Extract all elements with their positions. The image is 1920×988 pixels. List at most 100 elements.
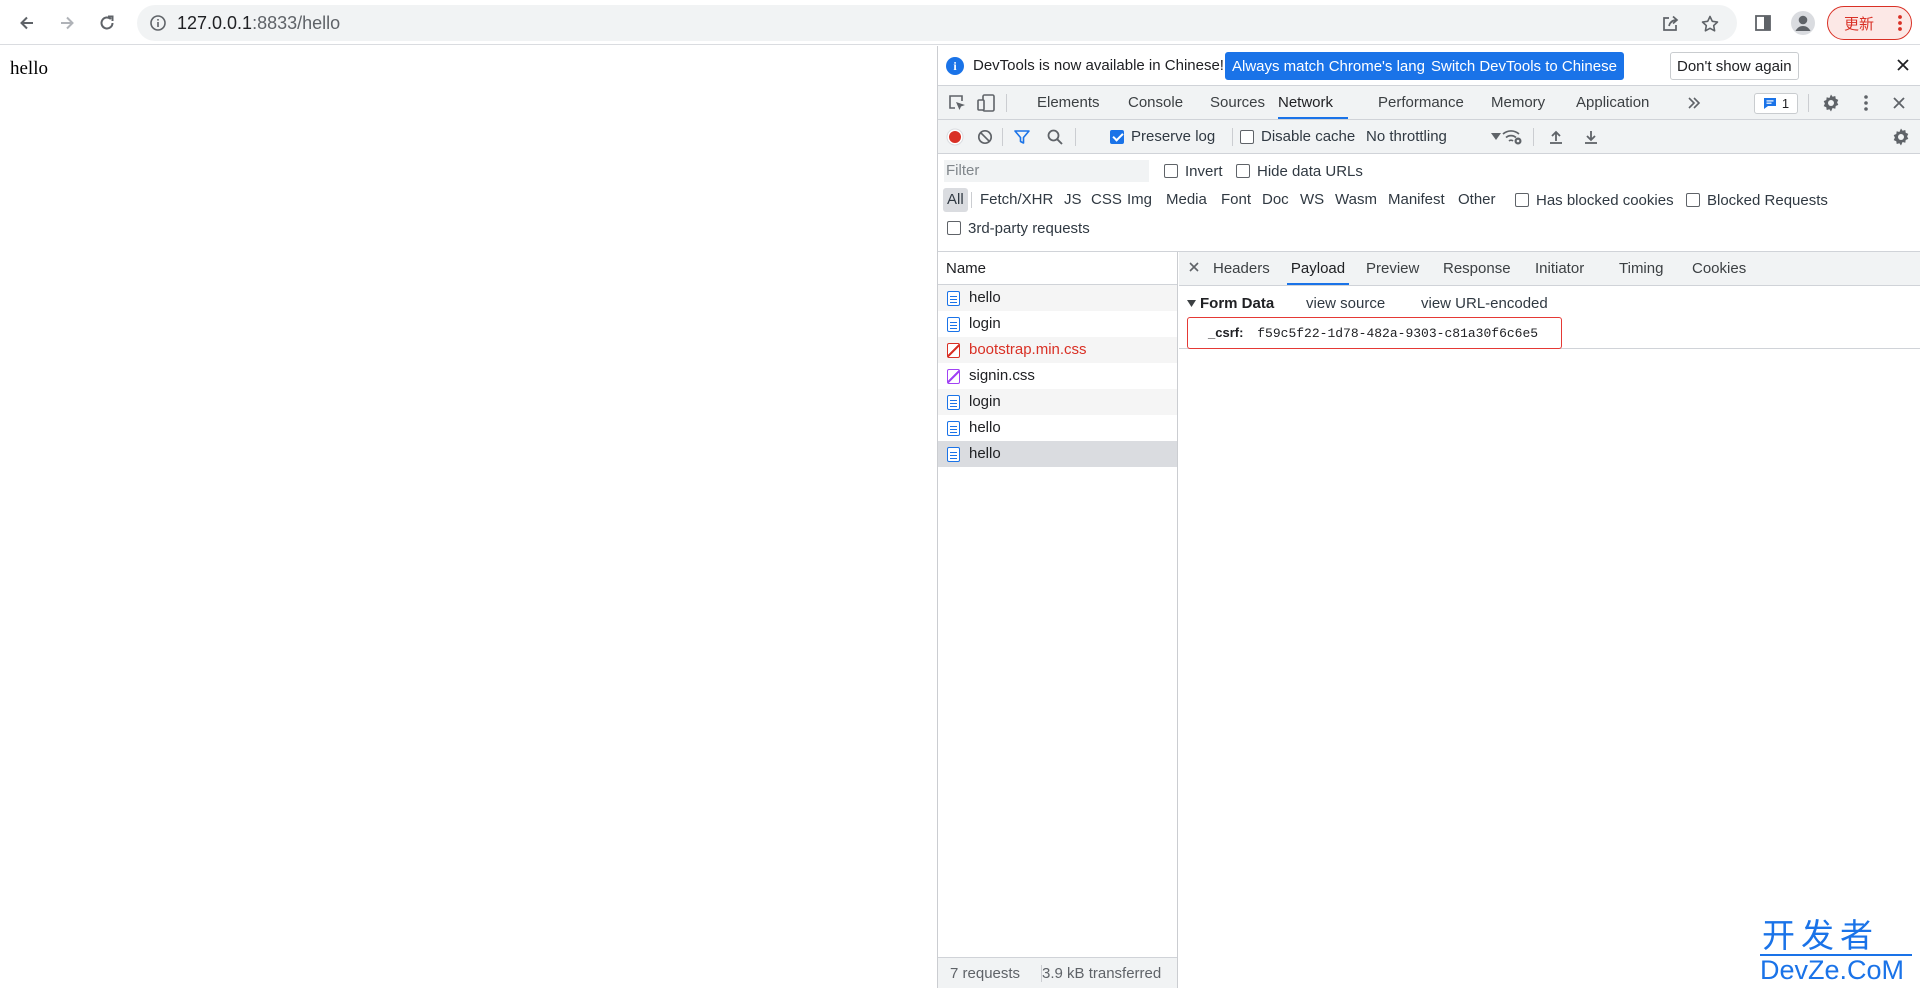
tab-performance[interactable]: Performance — [1378, 86, 1464, 119]
side-panel-button[interactable] — [1748, 8, 1778, 38]
form-data-row[interactable]: _csrf: f59c5f22-1d78-482a-9303-c81a30f6c… — [1187, 317, 1562, 349]
share-button[interactable] — [1659, 13, 1681, 35]
tab-elements[interactable]: Elements — [1037, 86, 1100, 119]
form-data-header[interactable]: Form Data — [1187, 294, 1274, 314]
request-row[interactable]: login — [938, 389, 1177, 415]
throttling-select[interactable]: No throttling — [1366, 120, 1501, 153]
infobar-message: DevTools is now available in Chinese! — [973, 57, 1224, 74]
customize-menu-button[interactable] — [1855, 92, 1877, 114]
has-blocked-cookies-label: Has blocked cookies — [1536, 191, 1674, 209]
toolbar-divider — [1533, 128, 1534, 146]
name-column-header[interactable]: Name — [938, 252, 1177, 285]
checkbox-unchecked[interactable] — [1236, 164, 1250, 178]
request-row[interactable]: signin.css — [938, 363, 1177, 389]
device-toolbar-button[interactable] — [975, 92, 997, 114]
filter-type-img[interactable]: Img — [1127, 188, 1152, 212]
tab-cookies[interactable]: Cookies — [1692, 252, 1746, 285]
tab-network[interactable]: Network — [1278, 86, 1348, 119]
update-button[interactable]: 更新 — [1827, 6, 1912, 40]
filter-type-css[interactable]: CSS — [1091, 188, 1122, 212]
tab-response[interactable]: Response — [1443, 252, 1511, 285]
view-source-link[interactable]: view source — [1306, 294, 1385, 314]
update-label: 更新 — [1844, 15, 1875, 33]
search-button[interactable] — [1046, 120, 1064, 153]
checkbox-unchecked[interactable] — [1686, 193, 1700, 207]
forward-button[interactable] — [52, 8, 82, 38]
preserve-log-checkbox[interactable]: Preserve log — [1110, 120, 1215, 153]
filter-type-wasm[interactable]: Wasm — [1335, 188, 1377, 212]
disable-cache-checkbox[interactable]: Disable cache — [1240, 120, 1355, 153]
view-url-encoded-link[interactable]: view URL-encoded — [1421, 294, 1548, 314]
issues-counter[interactable]: 1 — [1754, 93, 1798, 114]
network-conditions-button[interactable] — [1501, 120, 1523, 153]
request-row[interactable]: hello — [938, 415, 1177, 441]
address-bar[interactable]: 127.0.0.1:8833/hello — [137, 5, 1737, 41]
blocked-requests-label: Blocked Requests — [1707, 191, 1828, 209]
network-settings-button[interactable] — [1891, 120, 1911, 153]
third-party-checkbox[interactable]: 3rd-party requests — [947, 216, 1090, 240]
hide-data-urls-checkbox[interactable]: Hide data URLs — [1236, 154, 1363, 188]
url-host: 127.0.0.1 — [177, 13, 253, 33]
request-row-selected[interactable]: hello — [938, 441, 1177, 467]
close-devtools-button[interactable] — [1888, 92, 1910, 114]
filter-input[interactable]: Filter — [944, 160, 1149, 182]
tab-payload[interactable]: Payload — [1287, 252, 1349, 285]
request-name: hello — [969, 445, 1001, 462]
toolbar-divider — [1075, 128, 1076, 146]
issues-count: 1 — [1781, 96, 1790, 111]
request-row[interactable]: hello — [938, 285, 1177, 311]
invert-checkbox[interactable]: Invert — [1164, 154, 1223, 188]
filter-toggle-button[interactable] — [1013, 120, 1031, 153]
bookmark-button[interactable] — [1699, 13, 1721, 35]
more-tabs-button[interactable] — [1683, 92, 1705, 114]
close-icon[interactable] — [1896, 58, 1910, 72]
tab-application[interactable]: Application — [1576, 86, 1649, 119]
tab-sources[interactable]: Sources — [1210, 86, 1265, 119]
filter-type-all[interactable]: All — [943, 188, 968, 212]
request-name: login — [969, 315, 1001, 332]
arrow-left-icon — [20, 16, 33, 30]
tab-memory[interactable]: Memory — [1491, 86, 1545, 119]
checkbox-unchecked[interactable] — [1240, 129, 1254, 144]
filter-type-other[interactable]: Other — [1458, 188, 1496, 212]
request-row[interactable]: bootstrap.min.css — [938, 337, 1177, 363]
back-button[interactable] — [12, 8, 42, 38]
checkbox-unchecked[interactable] — [1164, 164, 1178, 178]
blocked-requests-checkbox[interactable]: Blocked Requests — [1686, 188, 1828, 212]
import-har-button[interactable] — [1548, 120, 1564, 153]
inspect-element-button[interactable] — [946, 92, 968, 114]
filter-type-media[interactable]: Media — [1166, 188, 1207, 212]
request-name: login — [969, 393, 1001, 410]
filter-type-js[interactable]: JS — [1064, 188, 1082, 212]
tab-initiator[interactable]: Initiator — [1535, 252, 1584, 285]
dont-show-again-button[interactable]: Don't show again — [1670, 52, 1799, 80]
checkbox-unchecked[interactable] — [1515, 193, 1529, 207]
tab-headers[interactable]: Headers — [1213, 252, 1270, 285]
filter-type-fetch-xhr[interactable]: Fetch/XHR — [980, 188, 1053, 212]
filter-type-doc[interactable]: Doc — [1262, 188, 1289, 212]
filter-type-ws[interactable]: WS — [1300, 188, 1324, 212]
site-info-icon[interactable] — [149, 14, 167, 32]
filter-type-font[interactable]: Font — [1221, 188, 1251, 212]
settings-button[interactable] — [1820, 92, 1842, 114]
tab-preview[interactable]: Preview — [1366, 252, 1419, 285]
checkbox-unchecked[interactable] — [947, 221, 961, 235]
tab-console[interactable]: Console — [1128, 86, 1183, 119]
close-icon — [1893, 97, 1905, 109]
switch-chinese-button[interactable]: Switch DevTools to Chinese — [1424, 52, 1624, 80]
checkbox-checked[interactable] — [1110, 129, 1124, 144]
reload-button[interactable] — [92, 8, 122, 38]
request-row[interactable]: login — [938, 311, 1177, 337]
profile-button[interactable] — [1788, 8, 1818, 38]
url-text[interactable]: 127.0.0.1:8833/hello — [177, 5, 340, 41]
request-detail-pane: Headers Payload Preview Response Initiat… — [1179, 252, 1920, 988]
devtools-tab-bar: Elements Console Sources Network Perform… — [938, 86, 1920, 120]
export-har-button[interactable] — [1583, 120, 1599, 153]
has-blocked-cookies-checkbox[interactable]: Has blocked cookies — [1515, 188, 1674, 212]
clear-button[interactable] — [977, 120, 993, 153]
tab-timing[interactable]: Timing — [1619, 252, 1663, 285]
preserve-log-label: Preserve log — [1131, 128, 1216, 145]
record-button[interactable] — [946, 120, 964, 153]
filter-type-manifest[interactable]: Manifest — [1388, 188, 1445, 212]
close-icon[interactable] — [1187, 260, 1201, 274]
